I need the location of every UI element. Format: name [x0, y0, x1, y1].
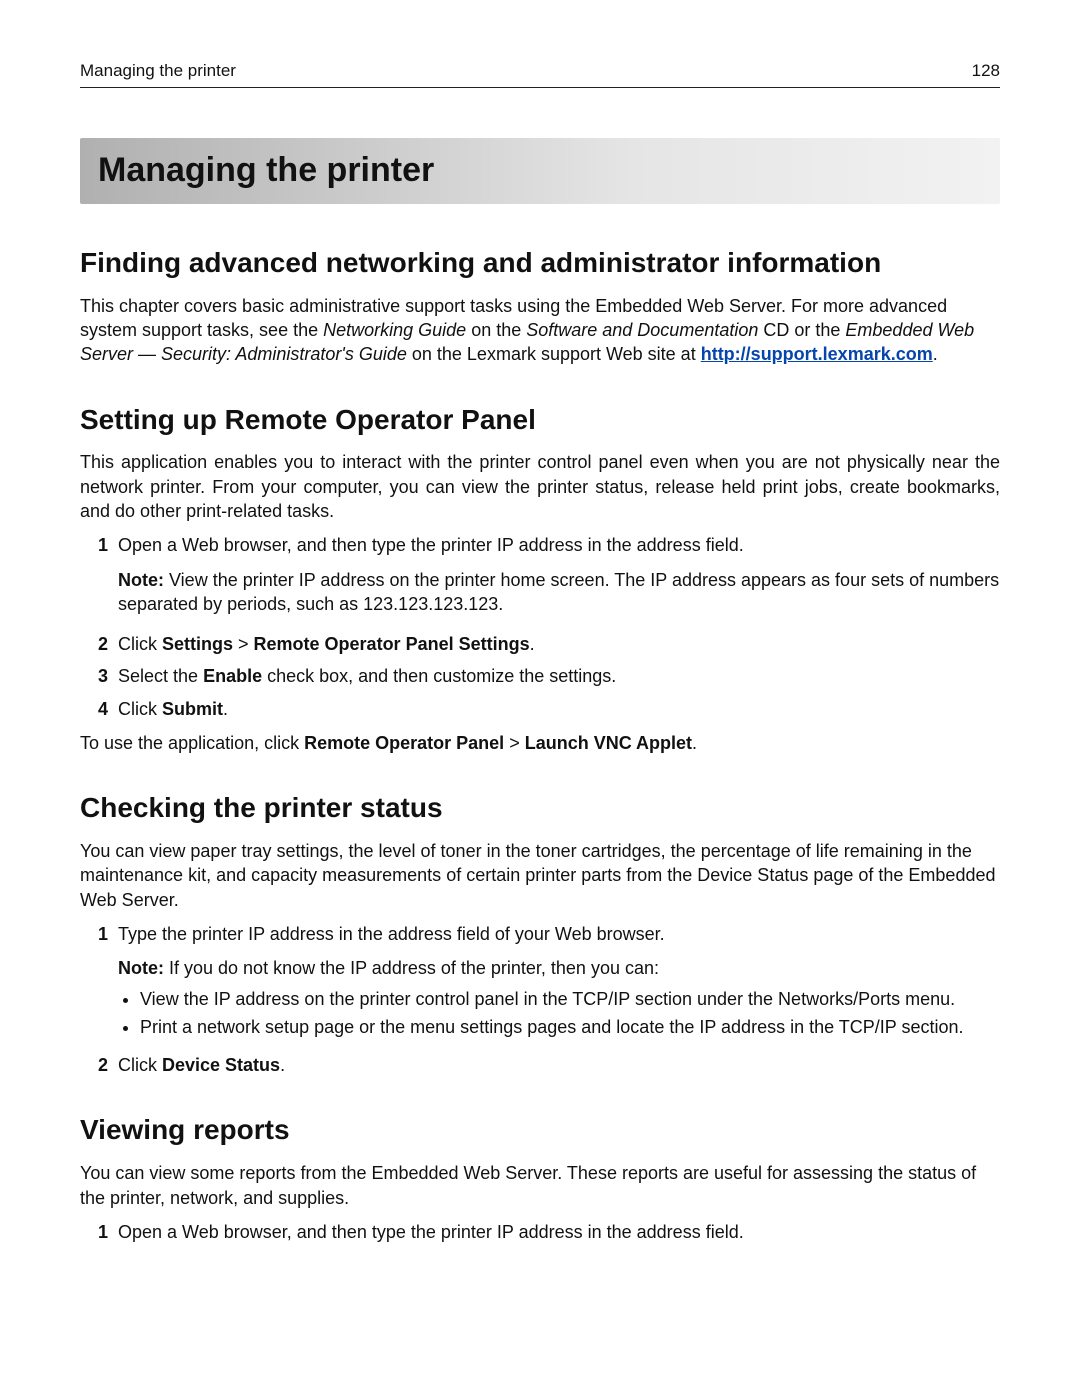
list-item: 2 Click Settings > Remote Operator Panel…	[80, 632, 1000, 656]
printer-status-intro: You can view paper tray settings, the le…	[80, 839, 1000, 912]
page-title: Managing the printer	[80, 138, 1000, 204]
list-item: 1 Open a Web browser, and then type the …	[80, 533, 1000, 624]
ip-address-bullets: View the IP address on the printer contr…	[140, 987, 1000, 1040]
section-heading-printer-status: Checking the printer status	[80, 789, 1000, 827]
header-page-number: 128	[972, 60, 1000, 83]
printer-status-steps: 1 Type the printer IP address in the add…	[80, 922, 1000, 1077]
remote-panel-steps: 1 Open a Web browser, and then type the …	[80, 533, 1000, 721]
list-item: 3 Select the Enable check box, and then …	[80, 664, 1000, 688]
list-item: 2 Click Device Status.	[80, 1053, 1000, 1077]
header-rule	[80, 87, 1000, 88]
section-heading-networking: Finding advanced networking and administ…	[80, 244, 1000, 282]
remote-panel-intro: This application enables you to interact…	[80, 450, 1000, 523]
running-header: Managing the printer 128	[80, 60, 1000, 83]
list-item: Print a network setup page or the menu s…	[140, 1015, 1000, 1039]
section-heading-reports: Viewing reports	[80, 1111, 1000, 1149]
list-item: 1 Type the printer IP address in the add…	[80, 922, 1000, 1045]
list-item: 4 Click Submit.	[80, 697, 1000, 721]
section-networking-paragraph: This chapter covers basic administrative…	[80, 294, 1000, 367]
reports-intro: You can view some reports from the Embed…	[80, 1161, 1000, 1210]
reports-steps: 1 Open a Web browser, and then type the …	[80, 1220, 1000, 1244]
remote-panel-outro: To use the application, click Remote Ope…	[80, 731, 1000, 755]
support-link[interactable]: http://support.lexmark.com	[701, 344, 933, 364]
header-left: Managing the printer	[80, 60, 236, 83]
list-item: View the IP address on the printer contr…	[140, 987, 1000, 1011]
section-heading-remote-panel: Setting up Remote Operator Panel	[80, 401, 1000, 439]
list-item: 1 Open a Web browser, and then type the …	[80, 1220, 1000, 1244]
